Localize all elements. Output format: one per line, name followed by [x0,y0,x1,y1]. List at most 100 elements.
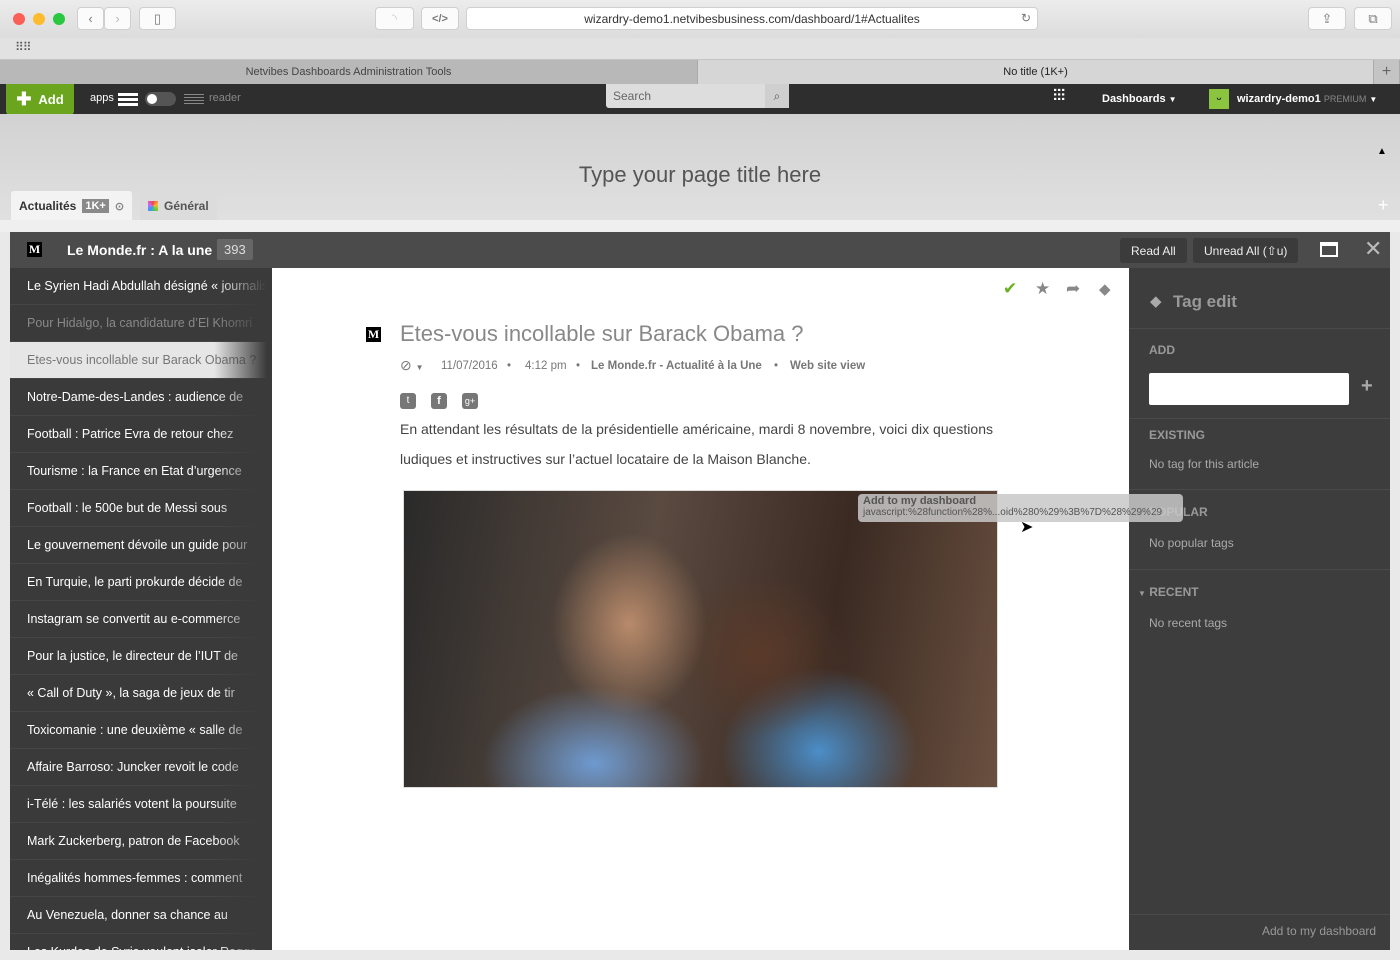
le-monde-logo-icon: M [366,327,381,342]
article-list-item[interactable]: Instagram se convertit au e-commerce [10,601,272,638]
article-list-item[interactable]: i-Télé : les salariés votent la poursuit… [10,786,272,823]
add-tag-plus-button[interactable]: + [1361,375,1373,398]
article-list-item[interactable]: Au Venezuela, donner sa chance au [10,897,272,934]
tab-actualites[interactable]: Actualités 1K+ ⊙ [11,191,133,221]
article-title[interactable]: Etes-vous incollable sur Barack Obama ? [400,321,804,347]
article-image[interactable] [403,490,998,788]
read-all-button[interactable]: Read All [1120,238,1187,263]
article-list-item[interactable]: « Call of Duty », la saga de jeux de tir [10,675,272,712]
divider [1129,328,1390,329]
tab-menu-icon[interactable]: ⊙ [115,200,124,213]
article-list-item[interactable]: Toxicomanie : une deuxième « salle de [10,712,272,749]
article-list-item[interactable]: Inégalités hommes-femmes : comment [10,860,272,897]
article-list-item[interactable]: Pour la justice, le directeur de l’IUT d… [10,638,272,675]
tab-label: Actualités [19,199,77,213]
article-list-item[interactable]: Pour Hidalgo, la candidature d’El Khomri [10,305,272,342]
web-site-view-link[interactable]: Web site view [790,360,865,372]
tab-label: Netvibes Dashboards Administration Tools [245,66,452,78]
reload-icon[interactable]: ↻ [1021,11,1031,25]
address-bar[interactable]: wizardry-demo1.netvibesbusiness.com/dash… [466,7,1038,30]
header-divider [0,220,1400,232]
recent-tags-toggle[interactable]: ▼ RECENT [1138,585,1199,599]
developer-button[interactable]: </> [421,7,459,30]
page-title-input[interactable]: Type your page title here [0,162,1400,188]
google-plus-icon[interactable]: g+ [462,393,478,409]
maximize-icon[interactable] [1320,242,1338,257]
sidebar-button[interactable]: ▯ [139,7,176,30]
add-tab-button[interactable]: + [1378,195,1389,216]
close-icon[interactable]: ✕ [1364,236,1382,262]
share-arrow-icon[interactable]: ➦ [1066,279,1080,299]
add-tag-label: ADD [1149,343,1175,357]
zoom-window-button[interactable] [53,13,65,25]
view-toggle[interactable] [145,92,176,106]
facebook-icon[interactable]: f [431,393,447,409]
article-list-item[interactable]: Football : le 500e but de Messi sous [10,490,272,527]
article-list-item[interactable]: Notre-Dame-des-Landes : audience de [10,379,272,416]
plus-icon: ✚ [16,89,32,109]
chevron-right-icon: › [115,11,120,26]
browser-tab-active[interactable]: No title (1K+) [698,60,1374,84]
user-avatar[interactable]: ᵕ [1209,89,1229,109]
article-body-line: En attendant les résultats de la préside… [400,421,993,437]
browser-tab-admin[interactable]: Netvibes Dashboards Administration Tools [0,60,698,84]
dashboards-menu[interactable]: Dashboards ▼ [1102,93,1177,105]
article-list-item[interactable]: Affaire Barroso: Juncker revoit le code [10,749,272,786]
twitter-icon[interactable]: t [400,393,416,409]
tab-general[interactable]: Général [140,191,217,221]
settings-sliders-icon[interactable]: ⫶⫶⫶ [1053,88,1065,106]
article-list-item[interactable]: Etes-vous incollable sur Barack Obama ? [10,342,272,379]
rss-button[interactable]: ◝ [375,7,414,30]
existing-tags-note: No tag for this article [1149,457,1260,471]
tag-icon[interactable]: ◆ [1099,280,1111,298]
collapse-header-icon[interactable]: ▲ [1377,146,1387,157]
article-list-item[interactable]: Les Kurdes de Syrie veulent isoler Raqqa [10,934,272,950]
close-window-button[interactable] [13,13,25,25]
user-menu[interactable]: wizardry-demo1 PREMIUM ▼ [1237,93,1377,105]
new-tab-button[interactable]: + [1374,60,1400,84]
add-tag-input[interactable] [1149,373,1349,405]
star-icon[interactable]: ★ [1035,279,1050,299]
add-button[interactable]: ✚ Add [6,84,74,115]
existing-tags-label: EXISTING [1149,428,1206,442]
grid-icon[interactable]: ⠿⠿ [15,40,32,54]
popular-tags-note: No popular tags [1149,536,1234,550]
article-list-item[interactable]: Tourisme : la France en Etat d’urgence [10,453,272,490]
minimize-window-button[interactable] [33,13,45,25]
search-icon[interactable]: ⌕ [765,84,789,108]
block-icon[interactable]: ⊘ ▼ [400,357,424,374]
share-button[interactable]: ⇪ [1308,7,1346,30]
tabs-overview-button[interactable]: ⧉ [1354,7,1392,30]
add-to-dashboard-link[interactable]: Add to my dashboard [1262,924,1376,938]
code-icon: </> [432,12,448,25]
divider [1129,418,1390,419]
apps-grid-icon [118,93,138,106]
bookmarks-bar: ⠿⠿ [0,38,1400,60]
dashboards-label: Dashboards [1102,93,1166,105]
apps-label[interactable]: apps [90,92,114,104]
tag-edit-panel [1129,268,1390,950]
rss-icon: ◝ [391,10,398,26]
back-button[interactable]: ‹ [77,7,104,30]
unread-all-button[interactable]: Unread All (⇧u) [1193,238,1299,263]
reader-label[interactable]: reader [209,92,241,104]
url-text: wizardry-demo1.netvibesbusiness.com/dash… [584,11,920,26]
mouse-cursor-icon: ➤ [1020,519,1034,536]
article-list-item[interactable]: En Turquie, le parti prokurde décide de [10,564,272,601]
tag-icon: ◆ [1150,293,1162,310]
widget-title[interactable]: Le Monde.fr : A la une [67,242,212,258]
mark-read-check-icon[interactable]: ✔ [1003,279,1017,299]
forward-button[interactable]: › [104,7,131,30]
article-source-link[interactable]: Le Monde.fr - Actualité à la Une [591,360,762,372]
le-monde-logo-icon: M [27,242,42,257]
read-all-label: Read All [1131,243,1176,258]
article-list-item[interactable]: Le Syrien Hadi Abdullah désigné « journa… [10,268,272,305]
article-list-item[interactable]: Le gouvernement dévoile un guide pour [10,527,272,564]
article-list-item[interactable]: Mark Zuckerberg, patron de Facebook [10,823,272,860]
separator: • [507,360,512,372]
unread-badge: 1K+ [82,199,109,213]
recent-tags-note: No recent tags [1149,616,1228,630]
article-list-item[interactable]: Football : Patrice Evra de retour chez [10,416,272,453]
search-input[interactable]: Search ⌕ [606,84,789,108]
recent-tags-label: RECENT [1149,585,1199,599]
